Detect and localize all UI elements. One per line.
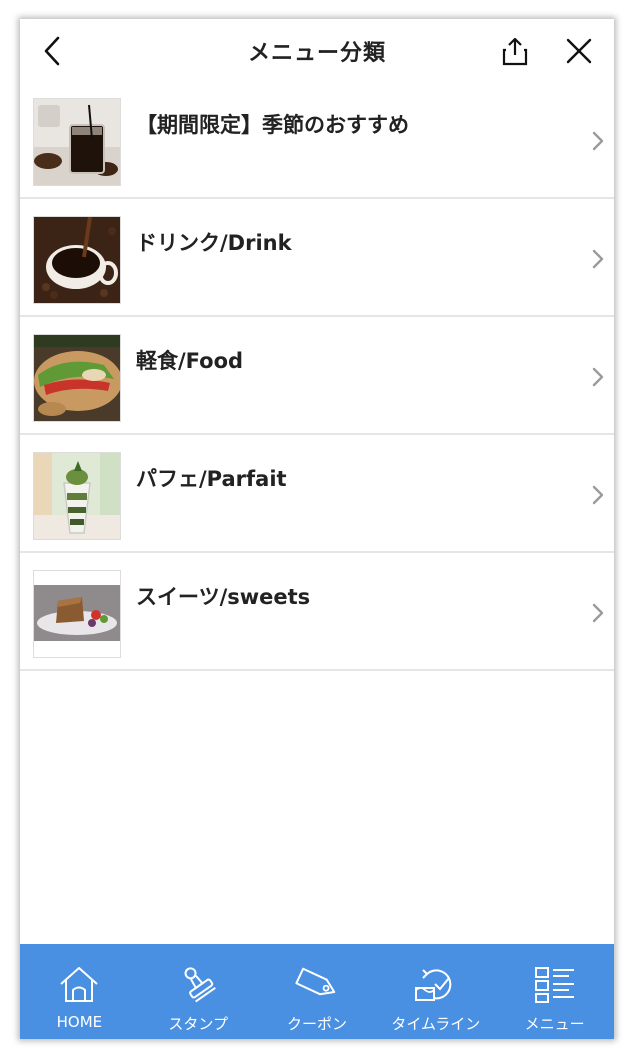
close-icon [566, 38, 592, 64]
chevron-right-icon [592, 249, 604, 269]
menu-item-label: 軽食/Food [136, 349, 244, 373]
chevron-right-icon [592, 131, 604, 151]
chevron-right-icon [592, 367, 604, 387]
tab-label: スタンプ [168, 1015, 228, 1033]
tab-label: クーポン [286, 1015, 347, 1033]
tab-timeline[interactable]: タイムライン [376, 944, 495, 1039]
coupon-icon [295, 967, 336, 996]
home-icon [60, 967, 99, 1002]
menu-item-label: パフェ/Parfait [136, 467, 287, 491]
hot-coffee-thumbnail [33, 216, 121, 304]
chevron-right-icon [592, 603, 604, 623]
close-button[interactable] [561, 33, 597, 69]
tab-stamp[interactable]: スタンプ [139, 944, 258, 1039]
tab-coupon[interactable]: クーポン [258, 944, 377, 1039]
menu-item-seasonal[interactable]: 【期間限定】季節のおすすめ [20, 81, 614, 199]
timeline-icon [414, 969, 452, 1001]
stamp-icon [184, 967, 217, 1003]
tab-menu[interactable]: メニュー [495, 944, 614, 1039]
menu-item-parfait[interactable]: パフェ/Parfait [20, 435, 614, 553]
menu-item-drink[interactable]: ドリンク/Drink [20, 199, 614, 317]
sandwich-thumbnail [33, 334, 121, 422]
menu-item-label: スイーツ/sweets [136, 585, 311, 609]
menu-item-food[interactable]: 軽食/Food [20, 317, 614, 435]
iced-coffee-thumbnail [33, 98, 121, 186]
menu-item-label: ドリンク/Drink [136, 231, 292, 255]
share-button[interactable] [497, 33, 533, 69]
menu-item-label: 【期間限定】季節のおすすめ [136, 113, 409, 137]
chevron-right-icon [592, 485, 604, 505]
tab-label: メニュー [524, 1015, 585, 1033]
tab-home[interactable]: HOME [20, 944, 139, 1039]
menu-category-list: 【期間限定】季節のおすすめ ドリンク/Drink 軽食/Food パフェ/Par… [20, 81, 614, 671]
menu-item-sweets[interactable]: スイーツ/sweets [20, 553, 614, 671]
header: メニュー分類 [20, 19, 614, 81]
tab-label: タイムライン [391, 1015, 481, 1033]
app-frame: メニュー分類 【期間限定】季節のおすすめ ドリンク/Drink 軽食/Food … [20, 19, 614, 1039]
menu-list-icon [534, 967, 574, 1003]
tab-label: HOME [56, 1013, 103, 1031]
bottom-tab-bar: HOME スタンプ クーポン タイムライン メニュー [20, 944, 614, 1039]
cake-thumbnail [33, 570, 121, 658]
parfait-thumbnail [33, 452, 121, 540]
share-icon [502, 37, 528, 66]
